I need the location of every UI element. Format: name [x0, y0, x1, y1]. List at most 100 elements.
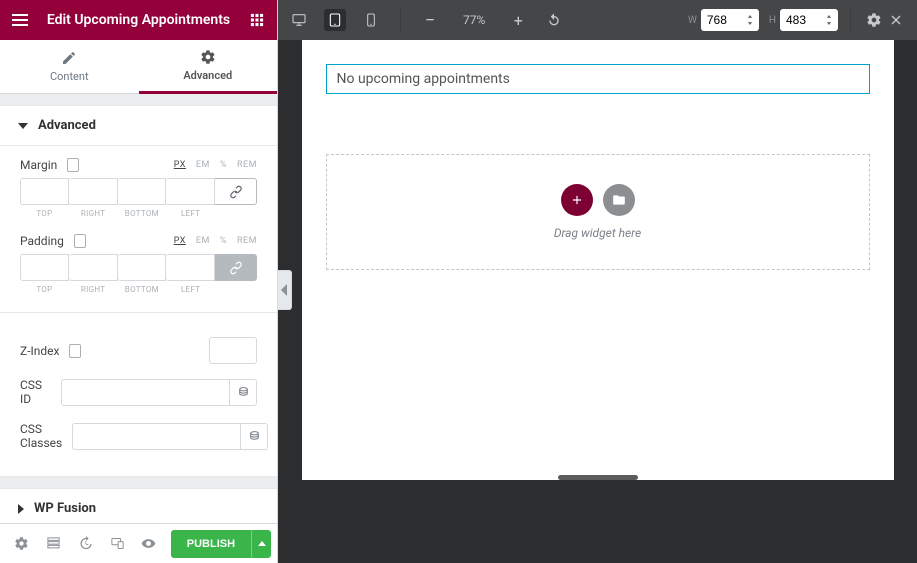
cssclasses-input[interactable]	[72, 423, 240, 450]
panel-tabs: Content Advanced	[0, 40, 277, 94]
padding-right-input[interactable]	[69, 254, 118, 281]
footer-navigator-icon[interactable]	[38, 528, 70, 560]
height-stepper-icon[interactable]	[822, 15, 836, 25]
margin-top-input[interactable]	[20, 178, 69, 205]
cssclasses-dynamic-button[interactable]	[240, 423, 268, 450]
zoom-level: 77%	[463, 13, 485, 27]
device-tablet-icon[interactable]	[324, 9, 346, 31]
height-field	[780, 9, 838, 31]
margin-top-sublabel: TOP	[36, 209, 52, 218]
unit-pct[interactable]: %	[220, 160, 227, 170]
upcoming-appointments-widget[interactable]: No upcoming appointments	[326, 64, 870, 94]
width-input[interactable]	[707, 13, 743, 27]
section-wpfusion-label: WP Fusion	[34, 501, 96, 516]
publish-options-button[interactable]	[251, 530, 271, 558]
device-desktop-icon[interactable]	[288, 9, 310, 31]
footer-history-icon[interactable]	[70, 528, 102, 560]
panel-footer: PUBLISH	[0, 523, 277, 563]
section-wpfusion-header[interactable]: WP Fusion	[0, 489, 277, 523]
unit-em[interactable]: EM	[196, 236, 210, 246]
tab-content[interactable]: Content	[0, 40, 139, 94]
section-advanced-header[interactable]: Advanced	[0, 106, 277, 146]
padding-right-sublabel: RIGHT	[81, 285, 105, 294]
padding-top-sublabel: TOP	[36, 285, 52, 294]
canvas-area: − 77% + W H No upcoming app	[278, 0, 917, 563]
cssid-input[interactable]	[61, 379, 229, 406]
margin-link-button[interactable]	[215, 178, 257, 205]
zindex-input[interactable]	[209, 337, 257, 364]
unit-rem[interactable]: REM	[237, 160, 257, 170]
unit-px[interactable]: PX	[174, 160, 186, 170]
panel-header: Edit Upcoming Appointments	[0, 0, 277, 40]
margin-bottom-sublabel: BOTTOM	[125, 209, 159, 218]
viewport-stage: No upcoming appointments Drag widget her…	[278, 40, 917, 563]
unit-pct[interactable]: %	[220, 236, 227, 246]
padding-bottom-sublabel: BOTTOM	[125, 285, 159, 294]
cssid-label: CSS ID	[20, 378, 51, 406]
panel-title: Edit Upcoming Appointments	[32, 12, 245, 28]
footer-preview-icon[interactable]	[133, 528, 165, 560]
responsive-icon[interactable]	[74, 234, 86, 248]
device-mobile-icon[interactable]	[360, 9, 382, 31]
add-template-button[interactable]	[603, 184, 635, 216]
caret-down-icon	[18, 123, 28, 129]
padding-inputs: TOP RIGHT BOTTOM LEFT	[20, 254, 257, 294]
unit-rem[interactable]: REM	[237, 236, 257, 246]
cssid-dynamic-button[interactable]	[229, 379, 257, 406]
apps-grid-icon[interactable]	[245, 8, 269, 32]
padding-units: PX EM % REM	[174, 236, 257, 246]
section-gap	[0, 477, 277, 489]
section-advanced-content: Margin PX EM % REM TOP RIGHT BOTTOM LEFT	[0, 146, 277, 313]
footer-responsive-icon[interactable]	[101, 528, 133, 560]
section-ids: Z-Index CSS ID CSS Classes	[0, 313, 277, 477]
height-label: H	[769, 15, 776, 26]
margin-left-input[interactable]	[166, 178, 215, 205]
margin-bottom-input[interactable]	[118, 178, 167, 205]
cssclasses-label: CSS Classes	[20, 422, 62, 450]
section-gap	[0, 94, 277, 106]
editor-panel: Edit Upcoming Appointments Content Advan…	[0, 0, 278, 563]
margin-inputs: TOP RIGHT BOTTOM LEFT	[20, 178, 257, 218]
section-advanced-label: Advanced	[38, 118, 96, 133]
topbar-close-icon[interactable]	[885, 9, 907, 31]
margin-right-sublabel: RIGHT	[81, 209, 105, 218]
margin-right-input[interactable]	[69, 178, 118, 205]
add-section-button[interactable]	[561, 184, 593, 216]
padding-left-sublabel: LEFT	[181, 285, 200, 294]
responsive-icon[interactable]	[69, 344, 81, 358]
width-stepper-icon[interactable]	[743, 15, 757, 25]
padding-left-input[interactable]	[166, 254, 215, 281]
margin-label: Margin	[20, 158, 57, 172]
topbar-settings-icon[interactable]	[863, 9, 885, 31]
margin-left-sublabel: LEFT	[181, 209, 200, 218]
caret-right-icon	[18, 504, 24, 514]
padding-top-input[interactable]	[20, 254, 69, 281]
drag-widget-label: Drag widget here	[554, 226, 641, 240]
unit-px[interactable]: PX	[174, 236, 186, 246]
preview-viewport: No upcoming appointments Drag widget her…	[302, 40, 894, 480]
panel-body: Advanced Margin PX EM % REM TOP RIGHT	[0, 94, 277, 523]
tab-content-label: Content	[50, 70, 89, 83]
no-upcoming-text: No upcoming appointments	[337, 71, 510, 87]
footer-settings-icon[interactable]	[6, 528, 38, 560]
width-label: W	[688, 15, 697, 26]
zoom-in-button[interactable]: +	[507, 9, 529, 31]
padding-label: Padding	[20, 234, 64, 248]
tab-advanced[interactable]: Advanced	[139, 40, 278, 94]
padding-bottom-input[interactable]	[118, 254, 167, 281]
zindex-label: Z-Index	[20, 344, 59, 358]
unit-em[interactable]: EM	[196, 160, 210, 170]
margin-units: PX EM % REM	[174, 160, 257, 170]
hamburger-icon[interactable]	[8, 8, 32, 32]
publish-button[interactable]: PUBLISH	[171, 530, 251, 558]
padding-link-button[interactable]	[215, 254, 257, 281]
zoom-reset-icon[interactable]	[543, 9, 565, 31]
viewport-resize-handle[interactable]	[558, 475, 638, 480]
canvas-topbar: − 77% + W H	[278, 0, 917, 40]
responsive-icon[interactable]	[67, 158, 79, 172]
empty-section-dropzone[interactable]: Drag widget here	[326, 154, 870, 270]
height-input[interactable]	[786, 13, 822, 27]
zoom-out-button[interactable]: −	[419, 9, 441, 31]
width-field	[701, 9, 759, 31]
tab-advanced-label: Advanced	[183, 69, 232, 82]
